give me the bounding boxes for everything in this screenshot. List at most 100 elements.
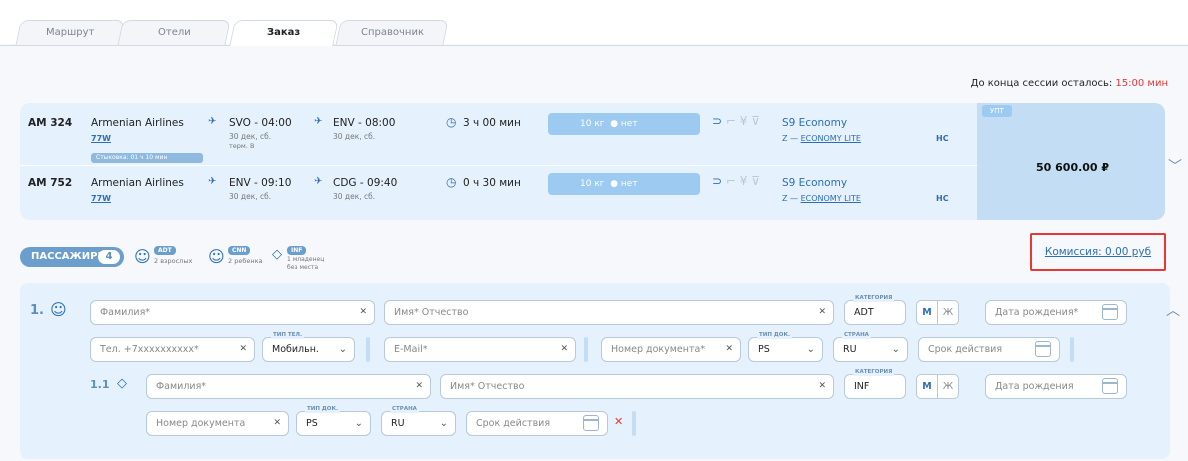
seat-icon: ⊃ ⌐ ¥ ⊽	[712, 174, 760, 188]
connection-badge: Стыковка: 01 ч 10 мин	[91, 153, 203, 163]
clear-icon[interactable]: ✕	[359, 301, 367, 324]
passengers-chip[interactable]: ПАССАЖИРЫ: 4	[20, 247, 124, 267]
sex-female-button[interactable]: Ж	[937, 300, 959, 325]
country-select[interactable]: СТРАНА RU ⌄	[833, 332, 908, 362]
infant-category-field[interactable]: КАТЕГОРИЯ INF	[844, 369, 906, 399]
chevron-up-icon[interactable]: ︿	[1166, 300, 1180, 320]
tab-hotels[interactable]: Отели	[117, 20, 231, 46]
clear-icon[interactable]: ✕	[415, 375, 423, 398]
category-field[interactable]: КАТЕГОРИЯ ADT	[844, 295, 906, 325]
tab-directory[interactable]: Справочник	[335, 20, 449, 46]
plane-takeoff-icon: ✈	[208, 116, 217, 127]
baggage-badge: 10 кг ● нет	[548, 173, 700, 195]
departure-terminal: терм. B	[229, 142, 255, 150]
tab-divider	[0, 45, 1188, 46]
passenger-number: 1.1	[90, 378, 110, 391]
tab-order[interactable]: Заказ	[229, 20, 339, 46]
total-price: 50 600.00 ₽	[1036, 161, 1110, 174]
separator	[584, 337, 588, 362]
clear-icon[interactable]: ✕	[239, 338, 247, 361]
fare-rules-link[interactable]: ECONOMY LITE	[801, 194, 861, 203]
calendar-icon[interactable]	[1102, 378, 1118, 394]
separator	[1070, 337, 1074, 362]
remove-icon[interactable]: ✕	[614, 415, 623, 428]
chevron-down-icon: ⌄	[439, 418, 448, 429]
infant-surname-input[interactable]: Фамилия* ✕	[146, 374, 431, 399]
commission-link[interactable]: Комиссия: 0.00 руб	[1030, 233, 1166, 271]
phone-type-select[interactable]: ТИП ТЕЛ. Мобильн. ⌄	[262, 332, 355, 362]
document-number-input[interactable]: Номер документа* ✕	[601, 337, 741, 362]
cnn-badge: CNN	[228, 246, 251, 255]
calendar-icon[interactable]	[583, 415, 599, 431]
aircraft-link[interactable]: 77W	[91, 194, 111, 203]
clear-icon[interactable]: ✕	[818, 301, 826, 324]
name-input[interactable]: Имя* Отчество ✕	[384, 300, 834, 325]
calendar-icon[interactable]	[1035, 341, 1051, 357]
expiry-input[interactable]: Срок действия	[918, 337, 1060, 362]
order-page: { "tabs":["Маршрут","Отели","Заказ","Спр…	[0, 0, 1188, 461]
infant-expiry-input[interactable]: Срок действия	[466, 411, 608, 436]
infant-country-select[interactable]: СТРАНА RU ⌄	[381, 406, 456, 436]
chevron-down-icon[interactable]: ﹀	[1168, 156, 1182, 176]
infant-name-input[interactable]: Имя* Отчество ✕	[440, 374, 834, 399]
flight-number: AM 324	[28, 117, 73, 129]
airline-name: Armenian Airlines	[91, 117, 184, 129]
sex-male-button[interactable]: М	[916, 300, 938, 325]
plane-landing-icon: ✈	[314, 176, 323, 187]
sex-male-button[interactable]: М	[916, 374, 938, 399]
infant-document-number-input[interactable]: Номер документа ✕	[146, 411, 289, 436]
arrival-date: 30 дек, сб.	[333, 192, 376, 201]
surname-input[interactable]: Фамилия* ✕	[90, 300, 375, 325]
clear-icon[interactable]: ✕	[560, 338, 568, 361]
document-type-select[interactable]: ТИП ДОК. PS ⌄	[748, 332, 823, 362]
inf-count: 1 младенец	[287, 256, 325, 263]
cnn-count: 2 ребенка	[228, 257, 263, 265]
fare-name: S9 Economy	[782, 117, 848, 129]
child-icon: ☺	[208, 247, 225, 266]
phone-input[interactable]: Тел. +7xxxxxxxxxx* ✕	[90, 337, 255, 362]
plane-landing-icon: ✈	[314, 116, 323, 127]
chevron-down-icon: ⌄	[891, 344, 900, 355]
fare-rules-link[interactable]: ECONOMY LITE	[801, 134, 861, 143]
chevron-down-icon: ⌄	[338, 344, 347, 355]
passenger-count: 4	[98, 250, 120, 264]
email-input[interactable]: E-Mail* ✕	[384, 337, 576, 362]
adult-icon: ☺	[134, 247, 151, 266]
adt-badge: ADT	[154, 246, 176, 255]
ns-label: НС	[936, 194, 949, 203]
plane-takeoff-icon: ✈	[208, 176, 217, 187]
departure-date: 30 дек, сб.	[229, 132, 272, 141]
airline-name: Armenian Airlines	[91, 177, 184, 189]
departure-date: 30 дек, сб.	[229, 192, 272, 201]
flight-divider	[20, 165, 977, 166]
clear-icon[interactable]: ✕	[725, 338, 733, 361]
clock-icon: ◷	[446, 115, 457, 129]
adult-icon: ☺	[50, 300, 67, 319]
fare-code: Z — ECONOMY LITE	[782, 134, 861, 143]
separator	[366, 337, 370, 362]
flight-number: AM 752	[28, 177, 73, 189]
clock-icon: ◷	[446, 175, 457, 189]
duration: 0 ч 30 мин	[463, 177, 521, 189]
aircraft-link[interactable]: 77W	[91, 134, 111, 143]
sex-female-button[interactable]: Ж	[937, 374, 959, 399]
separator	[632, 411, 636, 436]
birthdate-input[interactable]: Дата рождения*	[985, 300, 1127, 325]
arrival: ENV - 08:00	[333, 117, 396, 129]
seat-icon: ⊃ ⌐ ¥ ⊽	[712, 114, 760, 128]
infant-icon: ◇	[117, 376, 127, 391]
ns-label: НС	[936, 134, 949, 143]
clear-icon[interactable]: ✕	[273, 412, 281, 435]
baggage-badge: 10 кг ● нет	[548, 113, 700, 135]
calendar-icon[interactable]	[1102, 304, 1118, 320]
infant-birthdate-input[interactable]: Дата рождения	[985, 374, 1127, 399]
fare-name: S9 Economy	[782, 177, 848, 189]
clear-icon[interactable]: ✕	[818, 375, 826, 398]
infant-icon: ◇	[272, 247, 282, 262]
passenger-number: 1.	[30, 303, 44, 318]
arrival-date: 30 дек, сб.	[333, 132, 376, 141]
infant-document-type-select[interactable]: ТИП ДОК. PS ⌄	[296, 406, 371, 436]
tab-route[interactable]: Маршрут	[15, 20, 125, 46]
chevron-down-icon: ⌄	[806, 344, 815, 355]
inf-badge: INF	[287, 246, 307, 255]
